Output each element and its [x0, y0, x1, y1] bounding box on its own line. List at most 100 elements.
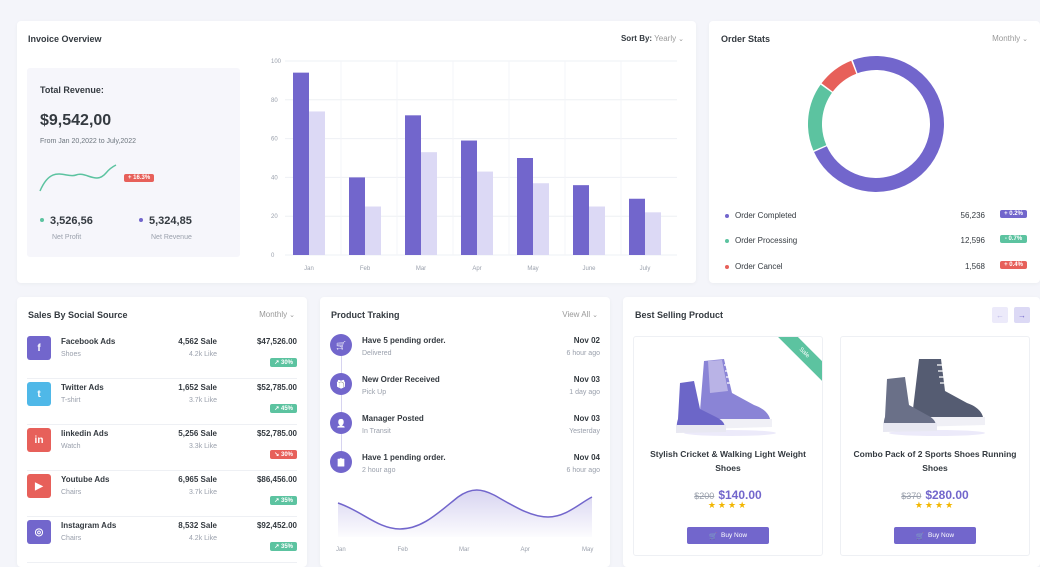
product-name: Combo Pack of 2 Sports Shoes Running Sho…: [853, 449, 1017, 473]
wave-month-label: Feb: [397, 547, 408, 553]
gift-icon: 🎁: [330, 373, 352, 395]
social-change-badge: ↗ 35%: [270, 496, 297, 505]
bar-feb-series-1[interactable]: [349, 177, 365, 255]
social-amount: $92,452.00: [256, 521, 297, 530]
arrow-left-icon: ←: [996, 310, 1004, 320]
social-category: T-shirt: [61, 397, 81, 404]
bar-jan-series-1[interactable]: [293, 72, 309, 255]
social-amount: $52,785.00: [256, 429, 297, 438]
social-row: t Twitter Ads T-shirt 1,652 Sale 3.7k Like $5…: [27, 381, 297, 425]
bar-mar-series-1[interactable]: [405, 115, 421, 255]
tracking-status: Pick Up: [362, 389, 387, 396]
clipboard-icon: 📋: [330, 451, 352, 473]
best-selling-card: Best Selling Product ← → Sale Stylish Cr…: [623, 297, 1040, 567]
social-row: in linkedin Ads Watch 5,256 Sale 3.3k Like $5…: [27, 427, 297, 471]
order-donut-chart: [805, 53, 947, 195]
net-revenue-stat: 5,324,85 Net Revenue: [139, 211, 192, 241]
social-period-value: Monthly: [259, 310, 288, 319]
tracking-item: 👤 Manager Posted In Transit Nov 03 Yesterday: [330, 412, 600, 450]
net-revenue-value: 5,324,85: [149, 215, 192, 227]
bar-june-series-2[interactable]: [589, 206, 605, 256]
tracking-status: In Transit: [362, 428, 391, 435]
facebook-icon: f: [27, 336, 51, 360]
social-change-badge: ↗ 35%: [270, 542, 297, 551]
tracking-wave-chart: [337, 489, 593, 537]
bar-feb-series-2[interactable]: [365, 206, 381, 256]
y-tick-label: 0: [271, 253, 275, 259]
order-period-dropdown[interactable]: Monthly ⌄: [992, 34, 1028, 43]
x-tick-label: June: [582, 266, 596, 272]
donut-slice-order-completed[interactable]: [805, 53, 947, 195]
chevron-down-icon: ⌄: [592, 312, 598, 319]
wave-month-label: May: [582, 547, 594, 553]
social-row: ▶ Youtube Ads Chairs 6,965 Sale 3.7k Like $86…: [27, 473, 297, 517]
bar-july-series-1[interactable]: [629, 198, 645, 255]
tracking-relative-time: 1 day ago: [569, 389, 600, 396]
user-icon: 👤: [330, 412, 352, 434]
order-stats-card: Order Stats Monthly ⌄ Order Completed 56,…: [709, 21, 1040, 283]
social-row: f Facebook Ads Shoes 4,562 Sale 4.2k Like $47…: [27, 335, 297, 379]
social-likes: 3.7k Like: [188, 397, 217, 404]
x-tick-label: Feb: [360, 266, 371, 272]
social-amount: $86,456.00: [256, 475, 297, 484]
social-name: Twitter Ads: [61, 383, 104, 392]
instagram-icon: ◎: [27, 520, 51, 544]
net-profit-dot: [40, 217, 44, 222]
rating-stars-icon: ★★★★: [707, 500, 749, 510]
social-change: ↗ 45%: [270, 397, 297, 415]
social-change-badge: ↘ 30%: [270, 450, 297, 459]
product-tracking-card: Product Traking View All ⌄ 🛒 Have 5 pendin…: [320, 297, 610, 567]
social-period-dropdown[interactable]: Monthly ⌄: [259, 310, 295, 319]
buy-now-button[interactable]: 🛒 Buy Now: [687, 527, 769, 544]
x-tick-label: Jan: [304, 266, 314, 272]
legend-row-processing: Order Processing 12,596 - 0.7%: [725, 234, 1027, 248]
bar-apr-series-1[interactable]: [461, 140, 477, 255]
prev-arrow-button[interactable]: ←: [992, 307, 1008, 323]
social-source-card: Sales By Social Source Monthly ⌄ f Faceboo…: [17, 297, 307, 567]
x-tick-label: May: [527, 266, 538, 272]
bar-apr-series-2[interactable]: [477, 171, 493, 255]
bar-july-series-2[interactable]: [645, 212, 661, 255]
sort-dropdown[interactable]: Sort By: Yearly ⌄: [621, 34, 684, 43]
twitter-icon: t: [27, 382, 51, 406]
donut-slice-order-processing[interactable]: [805, 53, 947, 195]
social-sales: 5,256 Sale: [178, 429, 217, 438]
next-arrow-button[interactable]: →: [1014, 307, 1030, 323]
product-card[interactable]: Sale Stylish Cricket & Walking Light Wei…: [633, 336, 823, 556]
bar-jan-series-2[interactable]: [309, 111, 325, 255]
bar-june-series-1[interactable]: [573, 185, 589, 255]
net-profit-value: 3,526,56: [50, 215, 93, 227]
revenue-range: From Jan 20,2022 to July,2022: [40, 138, 136, 145]
legend-badge: - 0.7%: [1000, 235, 1027, 243]
legend-dot: [725, 238, 729, 243]
view-all-dropdown[interactable]: View All ⌄: [562, 310, 598, 319]
x-tick-label: July: [640, 266, 651, 272]
product-card[interactable]: Combo Pack of 2 Sports Shoes Running Sho…: [840, 336, 1030, 556]
bar-may-series-1[interactable]: [517, 158, 533, 255]
donut-slice-order-cancel[interactable]: [805, 53, 947, 195]
social-sales: 1,652 Sale: [178, 383, 217, 392]
social-name: Instagram Ads: [61, 521, 117, 530]
cart-icon: 🛒: [330, 334, 352, 356]
invoice-overview-card: Invoice Overview Sort By: Yearly ⌄ Total …: [17, 21, 696, 283]
bar-mar-series-2[interactable]: [421, 152, 437, 255]
invoice-overview-title: Invoice Overview: [28, 34, 102, 44]
net-revenue-label: Net Revenue: [151, 234, 192, 241]
product-name: Stylish Cricket & Walking Light Weight S…: [650, 449, 806, 473]
total-revenue-label: Total Revenue:: [40, 85, 104, 95]
social-category: Shoes: [61, 351, 81, 358]
social-category: Watch: [61, 443, 81, 450]
linkedin-icon: in: [27, 428, 51, 452]
social-row: ◎ Instagram Ads Chairs 8,532 Sale 4.2k Like $…: [27, 519, 297, 563]
legend-row-completed: Order Completed 56,236 + 0.2%: [725, 209, 1027, 223]
buy-now-button[interactable]: 🛒 Buy Now: [894, 527, 976, 544]
rating-stars-icon: ★★★★: [914, 500, 956, 510]
social-likes: 4.2k Like: [188, 535, 217, 542]
best-selling-title: Best Selling Product: [635, 310, 724, 320]
social-amount: $52,785.00: [256, 383, 297, 392]
order-stats-title: Order Stats: [721, 34, 771, 44]
tracking-status: 2 hour ago: [362, 467, 396, 474]
bar-may-series-2[interactable]: [533, 183, 549, 255]
legend-label: Order Processing: [735, 236, 798, 245]
legend-label: Order Cancel: [735, 262, 783, 271]
